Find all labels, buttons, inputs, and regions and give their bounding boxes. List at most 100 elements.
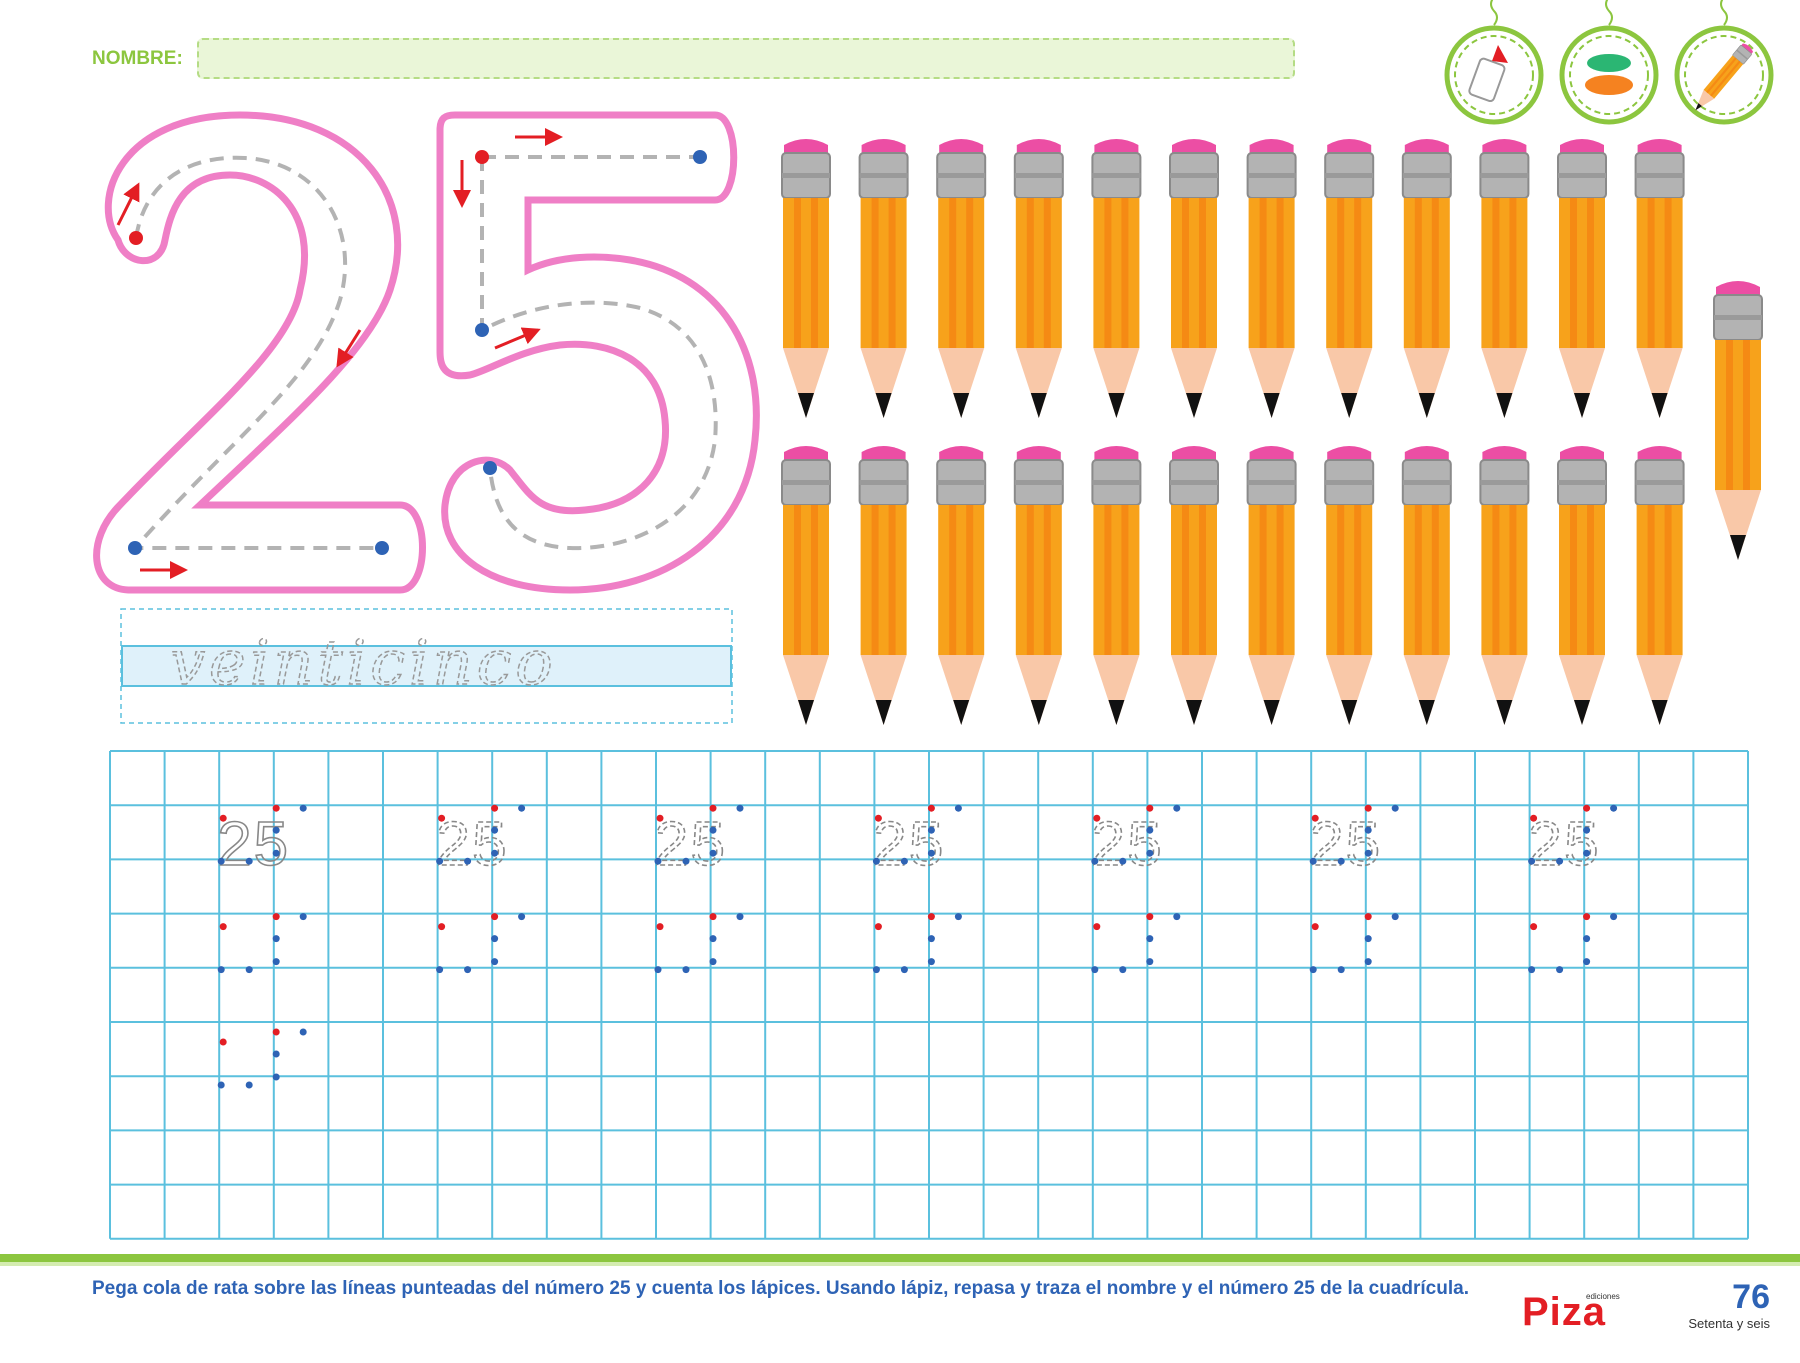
pencil (1169, 445, 1219, 726)
start-dot (927, 804, 935, 812)
guide-dot (1583, 826, 1591, 834)
guide-dot (272, 826, 280, 834)
guide-dot (299, 1028, 307, 1036)
pencil (1713, 280, 1763, 561)
guide-dot (245, 1081, 253, 1089)
guide-dot (709, 935, 717, 943)
guide-dot (1364, 935, 1372, 943)
pencil (1634, 138, 1685, 419)
page-number: 76 (1732, 1278, 1770, 1316)
page-number-words: Setenta y seis (1688, 1316, 1770, 1331)
start-dot (491, 804, 499, 812)
start-dot (1311, 923, 1319, 931)
pencil (1246, 138, 1297, 419)
pencil (1401, 445, 1452, 726)
start-dot (1530, 814, 1538, 822)
traced-number: 25 (217, 810, 290, 879)
guide-dot (1146, 958, 1154, 966)
pencil (1324, 445, 1375, 726)
guide-dot (491, 958, 499, 966)
guide-dot (1119, 857, 1127, 865)
pencil (1013, 138, 1064, 419)
guide-dot (1610, 913, 1618, 921)
start-dot (438, 923, 446, 931)
start-dot (709, 804, 717, 812)
guide-dot (1556, 857, 1564, 865)
start-dot (709, 913, 717, 921)
traced-number: 25 (1528, 810, 1601, 879)
pencil (1479, 445, 1530, 726)
guide-dot (1583, 935, 1591, 943)
guide-dot (491, 849, 499, 857)
guide-dot (436, 966, 444, 974)
guide-dot (272, 958, 280, 966)
guide-dot (1364, 958, 1372, 966)
pencil (1324, 138, 1375, 419)
pencil (1091, 445, 1142, 726)
guide-dot (872, 966, 880, 974)
guide-dot (1091, 966, 1099, 974)
traced-number: 25 (872, 810, 945, 879)
guide-dot (436, 857, 444, 865)
glue-bottle-icon (1447, 0, 1541, 122)
start-dot (1583, 804, 1591, 812)
guide-dot (518, 913, 526, 921)
publisher-logo: Piza (1522, 1290, 1607, 1334)
guide-dot (491, 826, 499, 834)
instruction-text: Pega cola de rata sobre las líneas punte… (92, 1278, 1469, 1299)
start-dot (219, 923, 227, 931)
guide-dot (1610, 804, 1618, 812)
start-dot (1364, 804, 1372, 812)
traced-number: 25 (436, 810, 509, 879)
traced-number: 25 (1091, 810, 1164, 879)
start-dot (1364, 913, 1372, 921)
pencil-icon (1677, 0, 1771, 122)
start-dot (219, 814, 227, 822)
pencil (781, 445, 831, 726)
guide-dot (1173, 804, 1181, 812)
guide-dot (900, 857, 908, 865)
start-dot (1530, 923, 1538, 931)
guide-dot (1556, 966, 1564, 974)
guide-dot (217, 966, 225, 974)
guide-dot (682, 966, 690, 974)
guide-dot (954, 804, 962, 812)
practice-grid: 25 25 25 25 25 25 25 (109, 750, 1749, 1240)
guide-dot (736, 804, 744, 812)
pencil (936, 138, 987, 419)
guide-dot (1309, 966, 1317, 974)
guide-dot (299, 804, 307, 812)
guide-dot (217, 1081, 225, 1089)
start-dot (1146, 913, 1154, 921)
start-dot (1146, 804, 1154, 812)
guide-dot (1583, 849, 1591, 857)
guide-dot (1146, 849, 1154, 857)
guide-dot (245, 966, 253, 974)
pencil (1557, 445, 1607, 726)
start-dot (272, 913, 280, 921)
guide-dot (1146, 935, 1154, 943)
worksheet-art: veinticinco 25 25 25 25 25 25 25 (0, 0, 1800, 1266)
start-dot (656, 923, 664, 931)
start-dot (438, 814, 446, 822)
yarn-icon (1562, 0, 1656, 122)
pencil (858, 138, 909, 419)
guide-dot (654, 966, 662, 974)
footer-divider (0, 1254, 1800, 1262)
guide-dot (927, 935, 935, 943)
guide-dot (518, 804, 526, 812)
pencil (858, 445, 909, 726)
cursive-word: veinticinco (170, 626, 557, 699)
start-dot (1093, 923, 1101, 931)
guide-dot (1173, 913, 1181, 921)
pencil (1479, 138, 1530, 419)
start-dot (272, 804, 280, 812)
pencil (936, 445, 987, 726)
guide-dot (1337, 966, 1345, 974)
guide-dot (1091, 857, 1099, 865)
pencil (1557, 138, 1607, 419)
tracing-digit-5 (436, 111, 760, 594)
guide-dot (709, 826, 717, 834)
pencil (1169, 138, 1219, 419)
guide-dot (272, 849, 280, 857)
